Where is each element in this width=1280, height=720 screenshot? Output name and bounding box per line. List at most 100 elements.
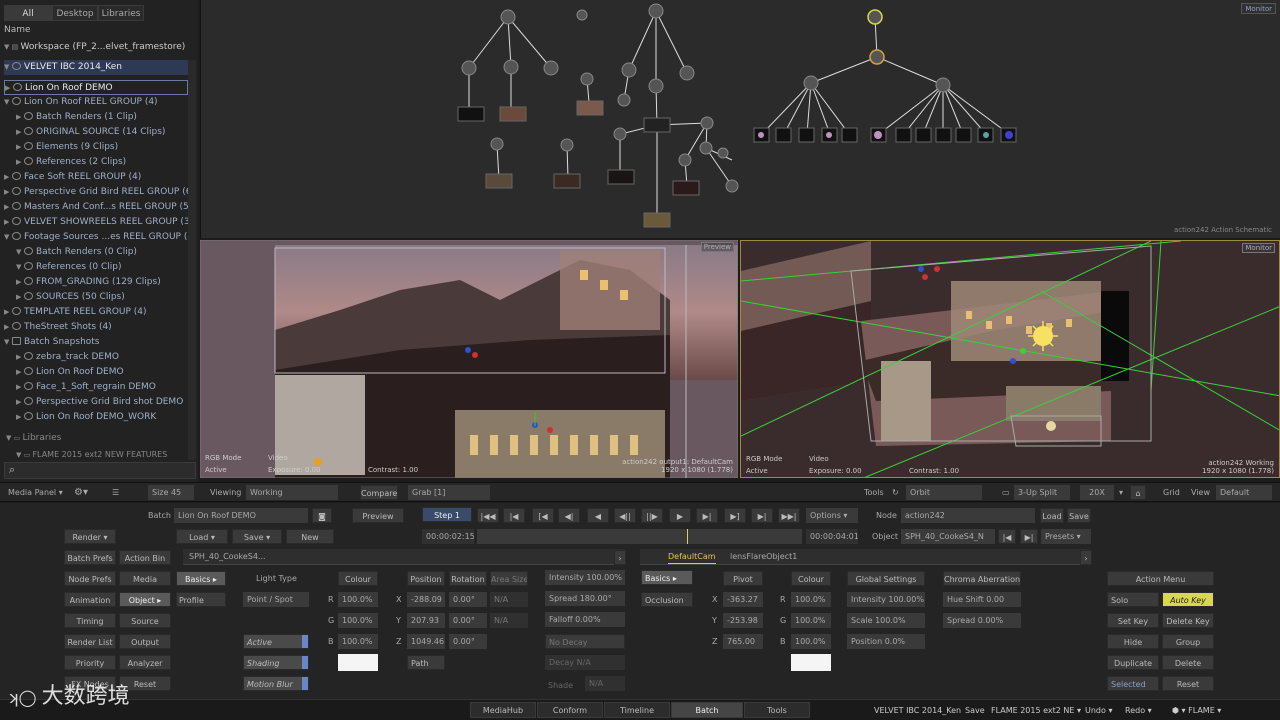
decay-field[interactable]: Decay N/A xyxy=(545,655,625,670)
tree-item-reel[interactable]: ▼ References (0 Clip) xyxy=(4,260,188,275)
colour-b-field[interactable]: 100.0% xyxy=(338,634,378,649)
group-button[interactable]: Group xyxy=(1162,634,1214,649)
pivot-button[interactable]: Pivot xyxy=(723,571,763,586)
tab-libraries[interactable]: Libraries xyxy=(98,5,144,21)
rotation-z-field[interactable]: 0.00° xyxy=(449,634,487,649)
tab-scroll-icon-right[interactable]: › xyxy=(1080,550,1092,565)
gear-icon[interactable]: ⚙▾ xyxy=(74,485,88,500)
home-icon[interactable]: ⌂ xyxy=(1130,485,1146,500)
prev-key-icon[interactable]: |◀ xyxy=(503,508,525,523)
analyzer-button[interactable]: Analyzer xyxy=(119,655,171,670)
tree-item-reel-group[interactable]: ▶ Perspective Grid Bird REEL GROUP (6) xyxy=(4,185,188,200)
next-mark-icon[interactable]: ▶] xyxy=(724,508,746,523)
new-button[interactable]: New xyxy=(286,529,334,544)
status-save-button[interactable]: Save xyxy=(965,703,985,718)
prev-frame-icon[interactable]: ◀ xyxy=(587,508,609,523)
presets-menu[interactable]: Presets ▾ xyxy=(1041,529,1091,544)
options-menu[interactable]: Options ▾ xyxy=(806,508,858,523)
batch-prefs-button[interactable]: Batch Prefs xyxy=(64,550,116,565)
action-schematic[interactable]: Monitor action242 Action Schematic xyxy=(200,0,1280,238)
occlusion-tab[interactable]: Occlusion xyxy=(641,592,693,607)
auto-key-button[interactable]: Auto Key xyxy=(1162,592,1214,607)
viewing-select[interactable]: Working xyxy=(246,485,338,500)
timeline-scrubber[interactable] xyxy=(477,529,802,544)
tree-item-snapshot[interactable]: ▶ Perspective Grid Bird shot DEMO xyxy=(4,395,188,410)
rotation-x-field[interactable]: 0.00° xyxy=(449,592,487,607)
flare-colour-button[interactable]: Colour xyxy=(791,571,831,586)
source-button[interactable]: Source xyxy=(119,613,171,628)
duplicate-button[interactable]: Duplicate xyxy=(1107,655,1159,670)
tree-item-reel-group[interactable]: ▼ Footage Sources ...es REEL GROUP (4) xyxy=(4,230,188,245)
tree-item-reel-group[interactable]: ▶ TEMPLATE REEL GROUP (4) xyxy=(4,305,188,320)
action-bin-button[interactable]: Action Bin xyxy=(119,550,171,565)
tree-item-reel-group[interactable]: ▶ Face Soft REEL GROUP (4) xyxy=(4,170,188,185)
batch-name-field[interactable]: Lion On Roof DEMO xyxy=(174,508,308,523)
shade-field[interactable]: N/A xyxy=(585,676,625,691)
selected-button[interactable]: Selected xyxy=(1107,676,1159,691)
tab-mediahub[interactable]: MediaHub xyxy=(470,702,536,718)
tab-desktop[interactable]: Desktop xyxy=(52,5,98,21)
zoom-dropdown-icon[interactable]: ▾ xyxy=(1119,485,1123,500)
working-viewer[interactable]: Monitor RGB Mode Active Video Exposure: … xyxy=(740,240,1280,478)
tree-item-reel-group[interactable]: ▶ Masters And Conf...s REEL GROUP (5) xyxy=(4,200,188,215)
tree-item-batch[interactable]: ▶ Lion On Roof DEMO xyxy=(4,80,188,95)
flare-colour-swatch[interactable] xyxy=(791,654,831,671)
grid-label[interactable]: Grid xyxy=(1163,485,1180,500)
tree-item-snapshot[interactable]: ▶ Lion On Roof DEMO xyxy=(4,365,188,380)
load-button[interactable]: Load ▾ xyxy=(176,529,228,544)
compare-button[interactable]: Compare xyxy=(360,485,398,500)
orbit-icon[interactable]: ↻ xyxy=(892,485,899,500)
tree-item-folder[interactable]: ▼ Batch Snapshots xyxy=(4,335,188,350)
timing-button[interactable]: Timing xyxy=(64,613,116,628)
flare-basics-tab[interactable]: Basics ▸ xyxy=(641,570,693,585)
step-button[interactable]: Step 1 xyxy=(422,507,472,522)
pivot-z-field[interactable]: 765.00 xyxy=(723,634,763,649)
tree-item-reel-group[interactable]: ▼ Lion On Roof REEL GROUP (4) xyxy=(4,95,188,110)
next-frame-icon[interactable]: ▶| xyxy=(696,508,718,523)
tree-item-reel[interactable]: ▶ FROM_GRADING (129 Clips) xyxy=(4,275,188,290)
flare-g-field[interactable]: 100.0% xyxy=(791,613,831,628)
profile-tab[interactable]: Profile xyxy=(176,592,226,607)
global-settings-button[interactable]: Global Settings xyxy=(847,571,925,586)
path-button[interactable]: Path xyxy=(407,655,445,670)
basics-tab[interactable]: Basics ▸ xyxy=(176,571,226,586)
media-button[interactable]: Media xyxy=(119,571,171,586)
colour-button[interactable]: Colour xyxy=(338,571,378,586)
list-view-icon[interactable]: ☰ xyxy=(112,485,119,500)
tree-scrollbar[interactable] xyxy=(188,60,196,460)
tab-scroll-icon[interactable]: › xyxy=(614,550,626,565)
global-scale-field[interactable]: Scale 100.0% xyxy=(847,613,925,628)
monitor-tag[interactable]: Monitor xyxy=(1241,3,1276,14)
position-y-field[interactable]: 207.93 xyxy=(407,613,445,628)
play-reverse-icon[interactable]: ◀|| xyxy=(614,508,636,523)
priority-button[interactable]: Priority xyxy=(64,655,116,670)
position-z-field[interactable]: 1049.46 xyxy=(407,634,445,649)
active-toggle[interactable]: Active xyxy=(243,634,309,649)
tree-item-reel-group[interactable]: ▶ TheStreet Shots (4) xyxy=(4,320,188,335)
pause-play-icon[interactable]: ||▶ xyxy=(641,508,663,523)
tab-defaultcam[interactable]: DefaultCam xyxy=(668,549,716,564)
set-key-button[interactable]: Set Key xyxy=(1107,613,1159,628)
prev-object-icon[interactable]: |◀ xyxy=(998,529,1016,544)
pivot-y-field[interactable]: -253.98 xyxy=(723,613,763,628)
solo-button[interactable]: Solo xyxy=(1107,592,1159,607)
split-select[interactable]: 3-Up Split xyxy=(1014,485,1070,500)
object-name-field[interactable]: SPH_40_CookeS4_N xyxy=(901,529,995,544)
object-tab[interactable]: SPH_40_CookeS4... xyxy=(189,549,266,564)
output-button[interactable]: Output xyxy=(119,634,171,649)
size-field[interactable]: Size 45 xyxy=(148,485,194,500)
colour-swatch[interactable] xyxy=(338,654,378,671)
colour-g-field[interactable]: 100.0% xyxy=(338,613,378,628)
camera-icon[interactable]: ◙ xyxy=(312,508,332,523)
search-field[interactable]: ⌕ xyxy=(4,462,196,479)
delete-button[interactable]: Delete xyxy=(1162,655,1214,670)
library-item[interactable]: ▼ ▭ FLAME 2015 ext2 NEW FEATURES xyxy=(6,449,190,461)
tab-batch[interactable]: Batch xyxy=(671,702,743,718)
tree-item-snapshot[interactable]: ▶ zebra_track DEMO xyxy=(4,350,188,365)
tab-all[interactable]: All xyxy=(4,5,52,21)
area-size-button[interactable]: Area Size xyxy=(490,571,528,586)
timecode-end[interactable]: 00:00:04:01 xyxy=(806,529,858,544)
flare-b-field[interactable]: 100.0% xyxy=(791,634,831,649)
render-list-button[interactable]: Render List xyxy=(64,634,116,649)
go-end-icon[interactable]: ▶▶| xyxy=(778,508,800,523)
